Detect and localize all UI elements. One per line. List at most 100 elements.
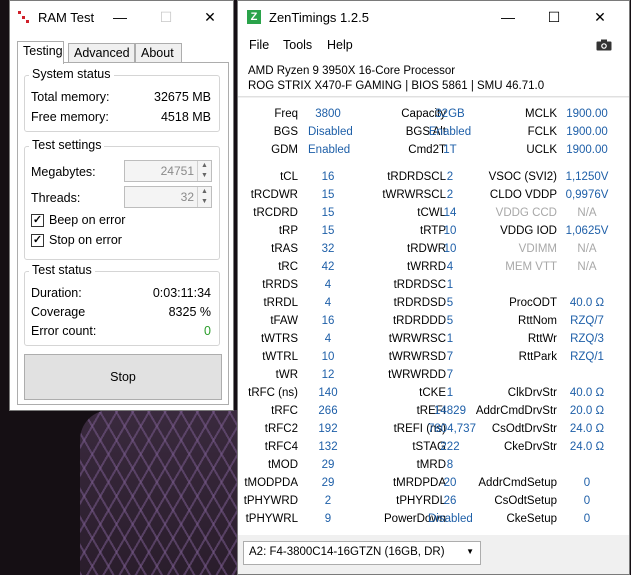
- timing-label: tRFC: [271, 405, 298, 417]
- timing-value: 1T: [443, 144, 457, 156]
- ramtest-app-icon: [18, 11, 30, 23]
- timing-label: tCL: [280, 171, 298, 183]
- timing-value: 1900.00: [566, 108, 608, 120]
- beep-on-error-label: Beep on error: [49, 213, 126, 227]
- timing-label: tWR: [275, 369, 298, 381]
- timing-value: 7804,737: [428, 423, 476, 435]
- tab-testing[interactable]: Testing: [17, 41, 64, 64]
- timing-value: 15: [321, 225, 335, 237]
- timing-value: 7: [446, 369, 454, 381]
- spinner-arrows-icon[interactable]: ▲ ▼: [197, 161, 211, 181]
- timing-value: 32GB: [435, 108, 465, 120]
- timing-label: VSOC (SVI2): [488, 171, 557, 183]
- test-settings-group: Test settings Megabytes: 24751 ▲ ▼ Thread…: [24, 138, 220, 260]
- menu-file[interactable]: File: [249, 38, 269, 52]
- menu-tools[interactable]: Tools: [283, 38, 312, 52]
- timing-value: 9: [324, 513, 332, 525]
- memory-module-value: A2: F4-3800C14-16GTZN (16GB, DR): [249, 546, 445, 558]
- group-title: Test status: [29, 263, 95, 277]
- checkmark-icon: ✓: [31, 233, 44, 247]
- stop-on-error-checkbox[interactable]: ✓ Stop on error: [31, 233, 122, 247]
- timing-value: 15: [321, 207, 335, 219]
- memory-module-select[interactable]: A2: F4-3800C14-16GTZN (16GB, DR) ▼: [243, 541, 481, 565]
- timing-value: 222: [440, 441, 460, 453]
- timing-value: 1900.00: [566, 144, 608, 156]
- camera-icon[interactable]: [596, 39, 612, 51]
- timing-value: Disabled: [428, 513, 473, 525]
- coverage-value: 8325 %: [168, 305, 211, 319]
- timing-value: 12: [321, 369, 335, 381]
- free-memory-value: 4518 MB: [160, 110, 211, 124]
- timing-label: tWTRS: [260, 333, 298, 345]
- timing-label: VDDG CCD: [495, 207, 557, 219]
- error-count-label: Error count:: [31, 324, 97, 338]
- timing-value: 10: [321, 351, 335, 363]
- timing-value: 20.0 Ω: [569, 405, 605, 417]
- timing-label: AddrCmdDrvStr: [475, 405, 557, 417]
- group-title: Test settings: [29, 138, 105, 152]
- maximize-button[interactable]: ☐: [531, 1, 577, 33]
- timing-value: 15: [321, 189, 335, 201]
- timing-label: tPHYWRL: [245, 513, 298, 525]
- timing-value: 266: [318, 405, 338, 417]
- timing-value: Enabled: [428, 126, 472, 138]
- system-status-group: System status Total memory: 32675 MB Fre…: [24, 67, 220, 132]
- timing-label: CkeSetup: [506, 513, 557, 525]
- timing-label: tMOD: [267, 459, 298, 471]
- timing-value: 140: [318, 387, 338, 399]
- timing-value: 1: [446, 387, 454, 399]
- minimize-button[interactable]: —: [97, 1, 143, 33]
- zentimings-titlebar[interactable]: Z ZenTimings 1.2.5 — ☐ ✕: [238, 1, 629, 33]
- timing-label: FCLK: [527, 126, 557, 138]
- timing-value: 29: [321, 477, 335, 489]
- timing-value: N/A: [577, 207, 597, 219]
- megabytes-value: 24751: [160, 164, 194, 178]
- beep-on-error-checkbox[interactable]: ✓ Beep on error: [31, 213, 125, 227]
- timing-label: UCLK: [526, 144, 557, 156]
- zentimings-window: Z ZenTimings 1.2.5 — ☐ ✕ File Tools Help…: [237, 0, 630, 575]
- close-button[interactable]: ✕: [577, 1, 623, 33]
- threads-input[interactable]: 32 ▲ ▼: [124, 186, 212, 208]
- ramtest-titlebar[interactable]: RAM Test — ☐ ✕: [10, 1, 233, 33]
- tab-about[interactable]: About: [135, 43, 182, 63]
- stop-button[interactable]: Stop: [24, 354, 222, 400]
- board-info: ROG STRIX X470-F GAMING | BIOS 5861 | SM…: [248, 80, 545, 92]
- close-button[interactable]: ✕: [187, 1, 233, 33]
- timing-value: 4: [324, 297, 332, 309]
- timing-value: 2: [446, 189, 454, 201]
- timing-label: tFAW: [270, 315, 298, 327]
- spinner-arrows-icon[interactable]: ▲ ▼: [197, 187, 211, 207]
- timing-value: 24.0 Ω: [569, 441, 605, 453]
- menu-help[interactable]: Help: [327, 38, 353, 52]
- test-status-group: Test status Duration: 0:03:11:34 Coverag…: [24, 263, 220, 346]
- timing-value: 14829: [434, 405, 466, 417]
- timing-value: 1900.00: [566, 126, 608, 138]
- timing-value: 1,0625V: [565, 225, 609, 237]
- threads-label: Threads:: [31, 191, 81, 205]
- timing-value: 132: [318, 441, 338, 453]
- timing-label: MCLK: [525, 108, 557, 120]
- timing-value: 16: [321, 171, 335, 183]
- timing-value: 40.0 Ω: [569, 297, 605, 309]
- timing-label: AddrCmdSetup: [478, 477, 557, 489]
- timing-value: 16: [321, 315, 335, 327]
- total-memory-value: 32675 MB: [154, 90, 211, 104]
- tab-advanced[interactable]: Advanced: [68, 43, 135, 63]
- duration-label: Duration:: [31, 286, 82, 300]
- timing-value: N/A: [577, 243, 597, 255]
- timing-value: RZQ/1: [570, 351, 604, 363]
- timing-value: 10: [443, 225, 457, 237]
- menu-bar: File Tools Help: [238, 33, 629, 57]
- timing-value: 192: [318, 423, 338, 435]
- minimize-button[interactable]: —: [485, 1, 531, 33]
- dropdown-arrow-icon: ▼: [466, 547, 474, 556]
- timing-label: ProcODT: [509, 297, 557, 309]
- timings-table: Freq 3800 Capacity 32GB MCLK 1900.00 BGS Disabl…: [238, 98, 629, 535]
- megabytes-input[interactable]: 24751 ▲ ▼: [124, 160, 212, 182]
- timing-value: 0,9976V: [565, 189, 609, 201]
- timing-value: 4: [324, 279, 332, 291]
- timing-label: tWTRL: [262, 351, 298, 363]
- timing-label: tRFC (ns): [248, 387, 298, 399]
- timing-value: 5: [446, 315, 454, 327]
- timing-value: 42: [321, 261, 335, 273]
